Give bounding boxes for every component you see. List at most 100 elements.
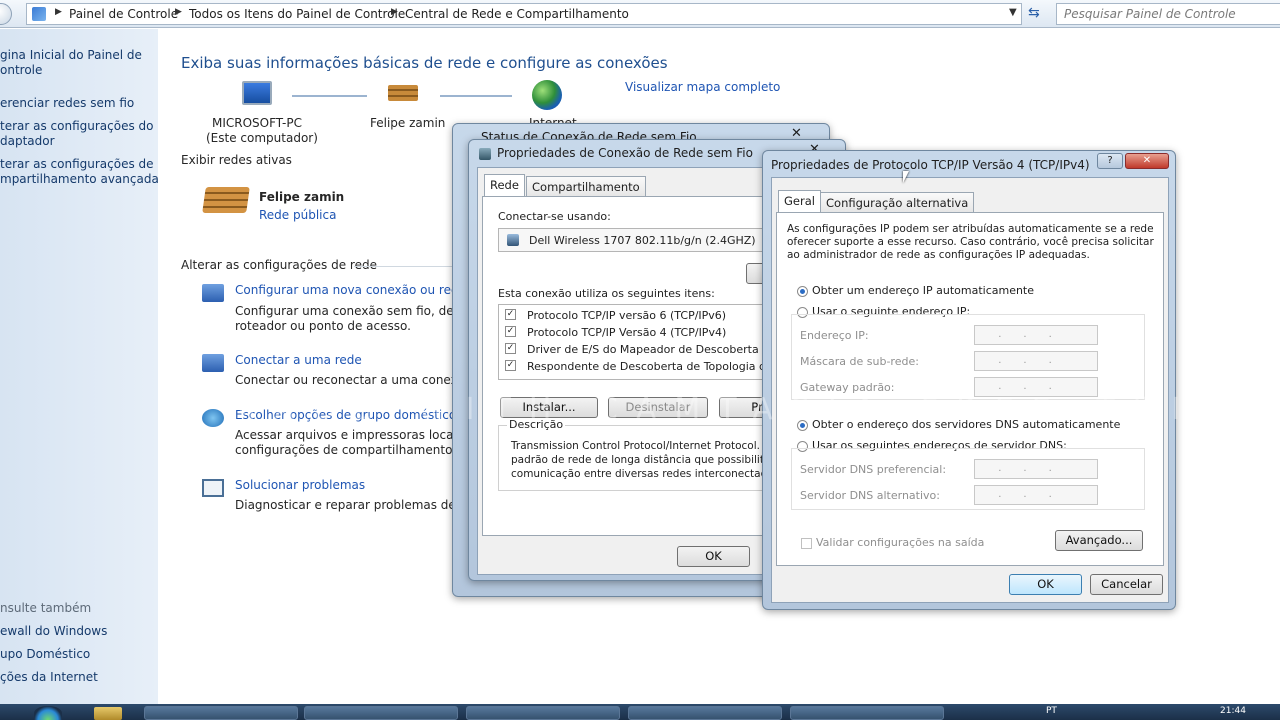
change-settings-label: Alterar as configurações de rede <box>181 258 377 272</box>
dns-alt-field[interactable]: ... <box>974 485 1098 505</box>
list-item-label: Protocolo TCP/IP Versão 4 (TCP/IPv4) <box>527 326 727 339</box>
chevron-right-icon: ▶ <box>55 7 62 17</box>
new-connection-icon <box>202 284 224 302</box>
watermark: MADE WITH CAMTASIA FREE TRIAL <box>230 392 1272 427</box>
globe-icon <box>532 80 562 110</box>
sidebar-item-adapter-2[interactable]: daptador <box>0 134 55 149</box>
breadcrumb[interactable]: ▶ Painel de Controle ▶ Todos os Itens do… <box>26 3 1022 25</box>
task-connect-desc: Conectar ou reconectar a uma conexão d <box>235 373 484 387</box>
connect-network-icon <box>202 354 224 372</box>
sidebar-item-home-2[interactable]: ontrole <box>0 63 42 78</box>
sidebar-item-sharing-2[interactable]: mpartilhamento avançadas <box>0 172 165 187</box>
ok-button[interactable]: OK <box>1009 574 1082 595</box>
ok-button[interactable]: OK <box>677 546 750 567</box>
view-full-map-link[interactable]: Visualizar mapa completo <box>625 80 780 94</box>
ipv4-body: Geral Configuração alternativa As config… <box>771 177 1169 603</box>
help-button[interactable]: ? <box>1097 153 1123 169</box>
list-item-label: Protocolo TCP/IP versão 6 (TCP/IPv6) <box>527 309 727 322</box>
back-button[interactable] <box>0 3 12 25</box>
see-also-firewall[interactable]: ewall do Windows <box>0 624 107 639</box>
network-type-link[interactable]: Rede pública <box>259 208 336 222</box>
task-new-connection-desc: Configurar uma conexão sem fio, de banc <box>235 304 487 318</box>
subnet-field[interactable]: ... <box>974 351 1098 371</box>
crumb-network-center[interactable]: Central de Rede e Compartilhamento <box>405 7 629 21</box>
divider <box>354 266 454 267</box>
sidebar-item-wireless[interactable]: erenciar redes sem fio <box>0 96 134 111</box>
info-text: As configurações IP podem ser atribuídas… <box>787 223 1154 235</box>
task-new-connection-link[interactable]: Configurar uma nova conexão ou rede <box>235 283 466 297</box>
taskbar-button[interactable] <box>304 706 458 720</box>
checkbox-checked[interactable]: ✓ <box>505 343 516 354</box>
dns-alt-label: Servidor DNS alternativo: <box>800 489 940 502</box>
map-connector <box>440 95 512 97</box>
tab-rede[interactable]: Rede <box>484 174 525 196</box>
description-line: padrão de rede de longa distância que po… <box>511 454 781 466</box>
close-button[interactable]: ✕ <box>1125 153 1169 169</box>
explorer-icon[interactable] <box>94 707 122 720</box>
ipv4-window: Propriedades de Protocolo TCP/IP Versão … <box>762 150 1176 610</box>
taskbar-button[interactable] <box>144 706 298 720</box>
checkbox-checked[interactable]: ✓ <box>505 360 516 371</box>
tab-compartilhamento[interactable]: Compartilhamento <box>526 176 646 196</box>
advanced-button[interactable]: Avançado... <box>1055 530 1143 551</box>
sidebar-item-adapter[interactable]: terar as configurações do <box>0 119 154 134</box>
crumb-all-items[interactable]: Todos os Itens do Painel de Controle <box>189 7 405 21</box>
crumb-control-panel[interactable]: Painel de Controle <box>69 7 178 21</box>
ip-address-label: Endereço IP: <box>800 329 869 342</box>
taskbar-button[interactable] <box>790 706 944 720</box>
address-bar: ▶ Painel de Controle ▶ Todos os Itens do… <box>0 0 1280 28</box>
taskbar-button[interactable] <box>628 706 782 720</box>
validate-label: Validar configurações na saída <box>816 536 985 549</box>
adapter-icon <box>507 234 519 246</box>
task-homegroup-desc: Acessar arquivos e impressoras localizad <box>235 428 482 442</box>
task-connect-link[interactable]: Conectar a uma rede <box>235 353 362 367</box>
clock[interactable]: 21:44 <box>1220 706 1246 716</box>
properties-window-title: Propriedades de Conexão de Rede sem Fio <box>497 146 753 160</box>
validate-checkbox[interactable] <box>801 538 812 549</box>
network-name: Felipe zamin <box>259 190 345 204</box>
auto-ip-label[interactable]: Obter um endereço IP automaticamente <box>812 284 1034 297</box>
task-troubleshoot-link[interactable]: Solucionar problemas <box>235 478 365 492</box>
info-text: ao administrador de rede as configuraçõe… <box>787 249 1090 261</box>
info-text: oferecer suporte a esse recurso. Caso co… <box>787 236 1154 248</box>
language-indicator[interactable]: PT <box>1046 706 1057 716</box>
see-also-internet[interactable]: ções da Internet <box>0 670 98 685</box>
sidebar-item-home[interactable]: gina Inicial do Painel de <box>0 48 142 63</box>
control-panel-icon <box>32 7 46 21</box>
map-computer-sub: (Este computador) <box>206 131 318 145</box>
ipv4-tab-panel: As configurações IP podem ser atribuídas… <box>776 212 1164 566</box>
cancel-button[interactable]: Cancelar <box>1090 574 1163 595</box>
list-item-label: Respondente de Descoberta de Topologia d… <box>527 360 773 373</box>
dns-group: Servidor DNS preferencial: ... Servidor … <box>791 448 1145 510</box>
sidebar: gina Inicial do Painel de ontrole erenci… <box>0 29 165 720</box>
search-input[interactable]: Pesquisar Painel de Controle <box>1056 3 1280 25</box>
checkbox-checked[interactable]: ✓ <box>505 326 516 337</box>
dns-pref-label: Servidor DNS preferencial: <box>800 463 947 476</box>
homegroup-icon <box>202 409 224 427</box>
tab-alternative-config[interactable]: Configuração alternativa <box>820 192 975 212</box>
chevron-right-icon: ▶ <box>175 7 182 17</box>
tab-geral[interactable]: Geral <box>778 190 821 212</box>
map-network-name: Felipe zamin <box>370 116 446 130</box>
dns-pref-field[interactable]: ... <box>974 459 1098 479</box>
network-icon <box>479 148 491 160</box>
troubleshoot-icon <box>202 479 224 497</box>
sidebar-item-sharing[interactable]: terar as configurações de <box>0 157 154 172</box>
ip-address-field[interactable]: ... <box>974 325 1098 345</box>
description-line: comunicação entre diversas redes interco… <box>511 468 783 480</box>
page-title: Exiba suas informações básicas de rede e… <box>181 54 668 72</box>
auto-ip-radio[interactable] <box>797 286 808 297</box>
refresh-icon[interactable]: ⇆ <box>1028 5 1040 21</box>
items-label: Esta conexão utiliza os seguintes itens: <box>498 287 715 300</box>
ip-group: Endereço IP: ... Máscara de sub-rede: ..… <box>791 314 1145 400</box>
cursor-icon <box>903 171 909 183</box>
subnet-label: Máscara de sub-rede: <box>800 355 919 368</box>
task-new-connection-desc-2: roteador ou ponto de acesso. <box>235 319 411 333</box>
chevron-down-icon[interactable]: ▼ <box>1009 7 1017 18</box>
active-networks-label: Exibir redes ativas <box>181 153 292 167</box>
task-homegroup-desc-2: configurações de compartilhamento. <box>235 443 457 457</box>
taskbar-button[interactable] <box>466 706 620 720</box>
see-also-homegroup[interactable]: upo Doméstico <box>0 647 90 662</box>
checkbox-checked[interactable]: ✓ <box>505 309 516 320</box>
start-icon[interactable] <box>34 706 62 720</box>
